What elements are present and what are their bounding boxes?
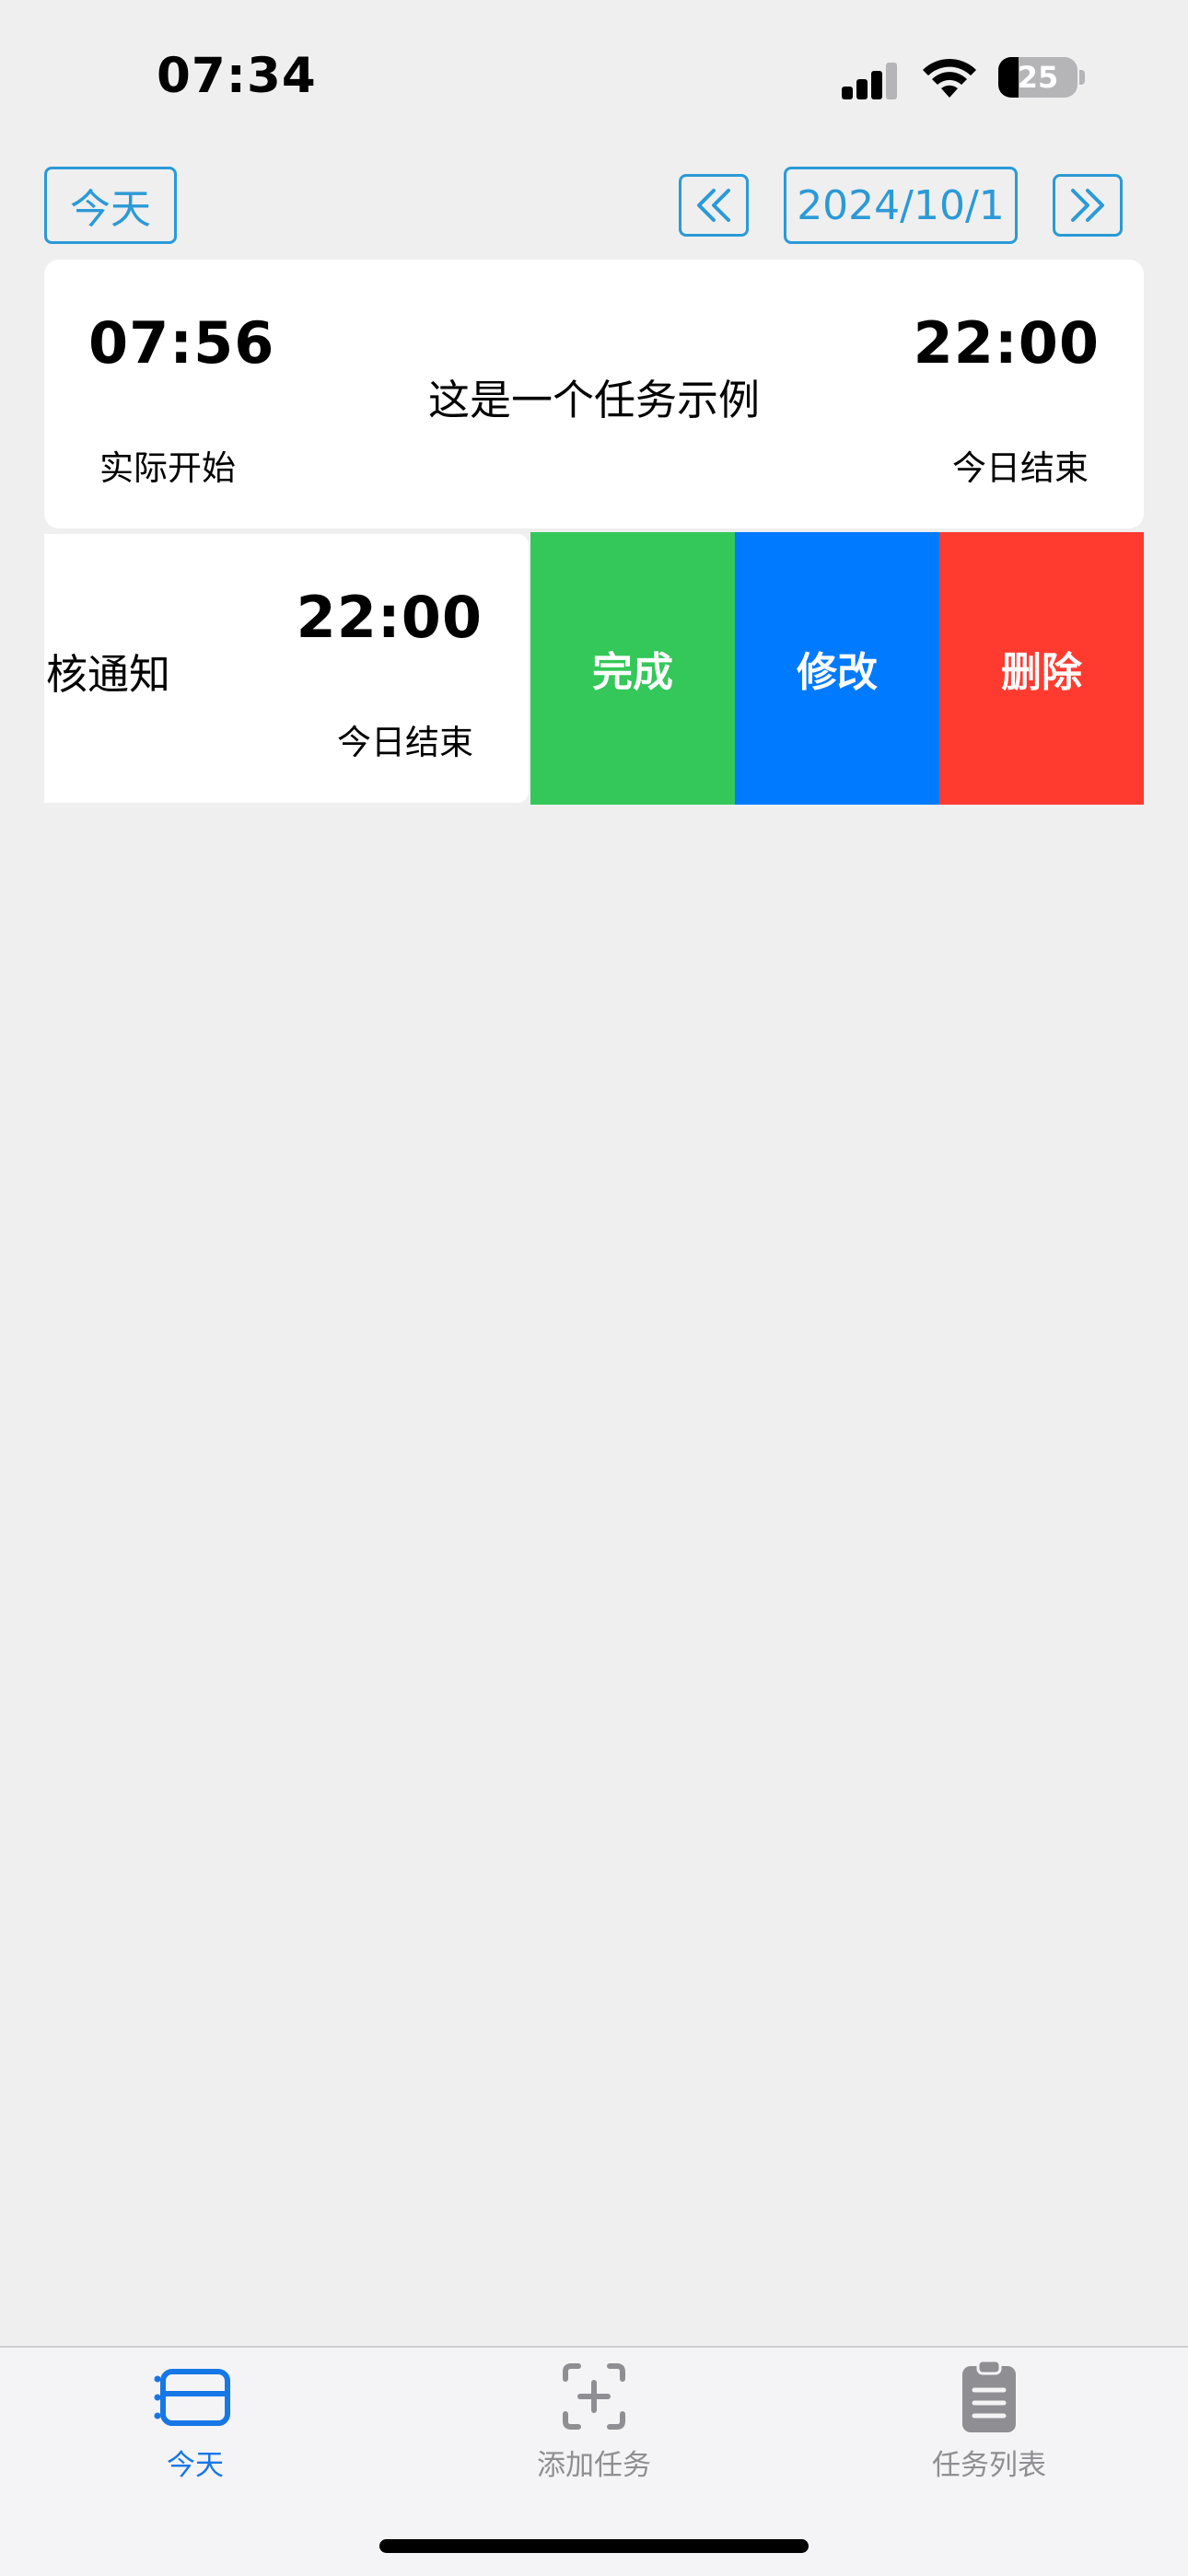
today-button[interactable]: 今天 [44, 167, 177, 244]
previous-day-button[interactable] [679, 174, 749, 237]
tab-label: 添加任务 [537, 2449, 651, 2482]
battery-level: 25 [1017, 60, 1059, 95]
tab-add-task[interactable]: 添加任务 [456, 2359, 732, 2488]
end-time: 22:00 [296, 584, 483, 651]
add-task-icon [563, 2363, 625, 2430]
wifi-icon [923, 58, 976, 98]
status-time: 07:34 [157, 48, 317, 104]
task-title: 核通知 [46, 650, 171, 699]
battery-cap [1079, 70, 1085, 85]
calendar-today-icon [154, 2369, 230, 2426]
tab-task-list[interactable]: 任务列表 [851, 2359, 1127, 2488]
delete-button[interactable]: 删除 [939, 532, 1144, 805]
end-label: 今日结束 [952, 448, 1089, 488]
complete-button[interactable]: 完成 [530, 532, 735, 805]
tab-today[interactable]: 今天 [57, 2359, 333, 2488]
next-day-button[interactable] [1053, 174, 1123, 237]
date-picker-button[interactable]: 2024/10/1 [784, 167, 1018, 244]
task-card[interactable]: 07:56 实际开始 这是一个任务示例 22:00 今日结束 [44, 260, 1144, 528]
cellular-signal-icon [842, 61, 899, 99]
double-chevron-left-icon [697, 189, 730, 222]
tab-label: 任务列表 [932, 2449, 1046, 2482]
edit-button[interactable]: 修改 [735, 532, 939, 805]
clipboard-list-icon [962, 2359, 1016, 2432]
end-label: 今日结束 [337, 723, 473, 762]
end-time: 22:00 [913, 309, 1100, 377]
home-indicator[interactable] [379, 2539, 809, 2553]
double-chevron-right-icon [1071, 189, 1104, 222]
tab-label: 今天 [167, 2449, 224, 2482]
swiped-task-card[interactable]: 核通知 22:00 今日结束 [44, 534, 529, 803]
start-label: 实际开始 [99, 448, 236, 488]
battery-icon: 25 [998, 57, 1077, 98]
